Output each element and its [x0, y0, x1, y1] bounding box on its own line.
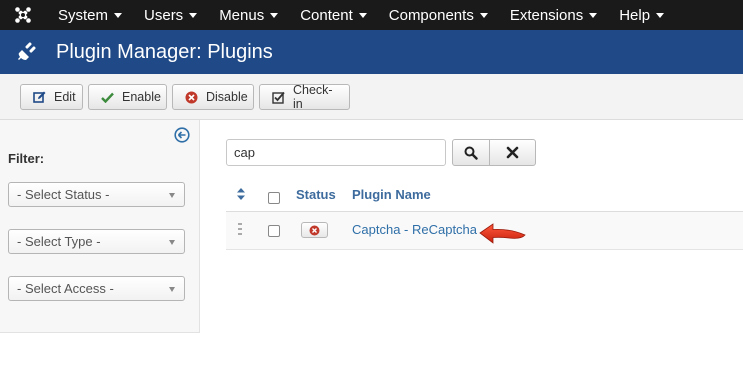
disabled-status-icon	[309, 225, 320, 236]
menu-content-label: Content	[300, 6, 353, 24]
select-type-value: - Select Type -	[17, 234, 101, 249]
collapse-sidebar-icon[interactable]	[174, 127, 190, 146]
caret-down-icon	[189, 12, 198, 18]
plugin-name-link[interactable]: Captcha - ReCaptcha	[352, 222, 477, 237]
menu-users-label: Users	[144, 6, 184, 24]
filter-label: Filter:	[8, 151, 45, 166]
checkbox-checked-icon	[272, 91, 285, 104]
plug-icon	[16, 41, 52, 63]
clear-search-button[interactable]	[489, 139, 536, 166]
select-all-checkbox[interactable]	[268, 192, 280, 204]
page-header: Plugin Manager: Plugins	[0, 30, 743, 74]
edit-button[interactable]: Edit	[20, 84, 83, 110]
disable-button-label: Disable	[206, 90, 248, 104]
column-header-status[interactable]: Status	[296, 187, 336, 202]
search-icon	[464, 146, 478, 160]
menu-extensions[interactable]: Extensions	[498, 0, 607, 30]
close-icon	[506, 146, 519, 159]
caret-down-icon	[358, 12, 367, 18]
dropdown-arrow-icon	[169, 193, 175, 198]
menu-components[interactable]: Components	[377, 0, 498, 30]
check-in-button-label: Check-in	[293, 83, 333, 111]
menu-menus-label: Menus	[219, 6, 265, 24]
disable-circle-x-icon	[185, 91, 198, 104]
select-status-dropdown[interactable]: - Select Status -	[8, 182, 185, 207]
enable-button-label: Enable	[122, 90, 161, 104]
select-access-dropdown[interactable]: - Select Access -	[8, 276, 185, 301]
caret-down-icon	[270, 12, 279, 18]
select-status-value: - Select Status -	[17, 187, 110, 202]
toolbar: Edit Enable Disable Check-in	[0, 74, 743, 120]
menu-users[interactable]: Users	[132, 0, 207, 30]
top-menu-bar: System Users Menus Content Components Ex…	[0, 0, 743, 30]
column-header-plugin-name[interactable]: Plugin Name	[352, 187, 431, 202]
menu-help[interactable]: Help	[607, 0, 674, 30]
table-header: Status Plugin Name	[226, 178, 743, 212]
dropdown-arrow-icon	[169, 240, 175, 245]
caret-down-icon	[656, 12, 665, 18]
joomla-logo-icon[interactable]	[0, 0, 46, 30]
edit-icon	[33, 91, 46, 104]
search-button[interactable]	[452, 139, 490, 166]
menu-system[interactable]: System	[46, 0, 132, 30]
caret-down-icon	[114, 12, 123, 18]
disable-button[interactable]: Disable	[172, 84, 254, 110]
filter-sidebar: Filter: - Select Status - - Select Type …	[0, 120, 200, 333]
page-title: Plugin Manager: Plugins	[56, 40, 273, 63]
select-type-dropdown[interactable]: - Select Type -	[8, 229, 185, 254]
check-icon	[101, 92, 114, 103]
menu-content[interactable]: Content	[288, 0, 377, 30]
enable-button[interactable]: Enable	[88, 84, 167, 110]
row-checkbox[interactable]	[268, 225, 280, 237]
caret-down-icon	[589, 12, 598, 18]
caret-down-icon	[479, 12, 488, 18]
menu-menus[interactable]: Menus	[207, 0, 288, 30]
check-in-button[interactable]: Check-in	[259, 83, 350, 111]
drag-handle-icon[interactable]	[238, 223, 242, 235]
menu-system-label: System	[58, 6, 109, 24]
dropdown-arrow-icon	[169, 287, 175, 292]
status-toggle-button[interactable]	[301, 222, 328, 238]
menu-extensions-label: Extensions	[509, 6, 584, 24]
edit-button-label: Edit	[54, 90, 76, 104]
search-input[interactable]	[226, 139, 446, 166]
menu-components-label: Components	[388, 6, 474, 24]
sort-ordering-icon[interactable]	[237, 188, 245, 200]
menu-help-label: Help	[619, 6, 651, 24]
red-arrow-annotation-icon	[478, 222, 528, 249]
select-access-value: - Select Access -	[17, 281, 114, 296]
